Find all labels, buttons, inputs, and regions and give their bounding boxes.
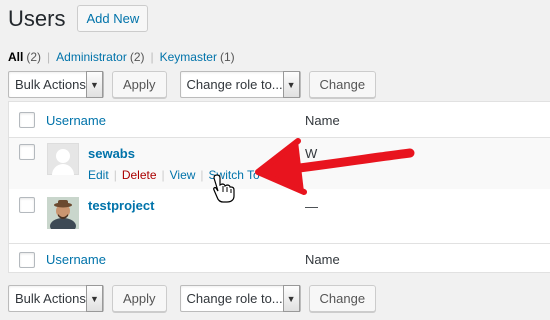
row-checkbox[interactable] — [19, 144, 35, 160]
username-column-footer[interactable]: Username — [46, 252, 106, 267]
apply-button[interactable]: Apply — [112, 285, 167, 312]
select-all-checkbox[interactable] — [19, 252, 35, 268]
action-separator: | — [200, 168, 204, 182]
add-new-button[interactable]: Add New — [77, 5, 149, 32]
users-table: Username Name sewabs Edit | Delete | Vie… — [8, 101, 550, 273]
change-button[interactable]: Change — [308, 71, 377, 98]
change-role-value: Change role to... — [186, 77, 283, 92]
chevron-down-icon[interactable]: ▼ — [86, 71, 103, 98]
filter-separator: | — [150, 50, 154, 64]
name-column-footer: Name — [305, 252, 340, 267]
select-all-checkbox[interactable] — [19, 112, 35, 128]
bulk-actions-value: Bulk Actions — [15, 77, 86, 92]
apply-button[interactable]: Apply — [112, 71, 167, 98]
role-filters: All (2) | Administrator (2) | Keymaster … — [8, 50, 235, 64]
bulk-actions-select[interactable]: Bulk Actions ▼ — [8, 285, 104, 312]
name-cell: — — [305, 199, 318, 214]
name-cell: W — [305, 146, 318, 161]
top-tablenav: Bulk Actions ▼ Apply Change role to... ▼… — [8, 71, 377, 98]
filter-keymaster-count: (1) — [219, 50, 235, 64]
filter-keymaster-link[interactable]: Keymaster — [160, 50, 217, 64]
change-button[interactable]: Change — [308, 285, 377, 312]
chevron-down-icon[interactable]: ▼ — [282, 71, 300, 98]
chevron-down-icon[interactable]: ▼ — [86, 285, 103, 312]
switch-to-link[interactable]: Switch To — [209, 168, 260, 182]
table-footer-row: Username Name — [9, 243, 550, 274]
filter-all-link[interactable]: All — [8, 50, 23, 64]
row-checkbox[interactable] — [19, 197, 35, 213]
page-title: Users — [8, 5, 66, 31]
username-column-header[interactable]: Username — [46, 113, 106, 128]
action-separator: | — [113, 168, 117, 182]
username-link[interactable]: sewabs — [88, 146, 135, 161]
avatar — [47, 197, 79, 229]
table-row: sewabs Edit | Delete | View | Switch To … — [9, 138, 550, 189]
view-link[interactable]: View — [170, 168, 196, 182]
filter-administrator-link[interactable]: Administrator — [56, 50, 127, 64]
action-separator: | — [161, 168, 165, 182]
filter-all-count: (2) — [26, 50, 42, 64]
change-role-select[interactable]: Change role to... ▼ — [179, 285, 301, 312]
bulk-actions-value: Bulk Actions — [15, 291, 86, 306]
change-role-select[interactable]: Change role to... ▼ — [179, 71, 301, 98]
bulk-actions-select[interactable]: Bulk Actions ▼ — [8, 71, 104, 98]
name-column-header: Name — [305, 113, 340, 128]
avatar — [47, 143, 79, 175]
edit-link[interactable]: Edit — [88, 168, 109, 182]
filter-separator: | — [47, 50, 51, 64]
username-link[interactable]: testproject — [88, 198, 154, 213]
chevron-down-icon[interactable]: ▼ — [282, 285, 300, 312]
avatar-photo-icon — [47, 197, 79, 229]
table-header-row: Username Name — [9, 102, 550, 138]
row-actions: Edit | Delete | View | Switch To — [88, 168, 260, 182]
delete-link[interactable]: Delete — [122, 168, 157, 182]
table-row: testproject — — [9, 189, 550, 243]
change-role-value: Change role to... — [186, 291, 283, 306]
bottom-tablenav: Bulk Actions ▼ Apply Change role to... ▼… — [8, 285, 377, 312]
filter-administrator-count: (2) — [129, 50, 145, 64]
page-header: Users Add New — [8, 5, 149, 32]
